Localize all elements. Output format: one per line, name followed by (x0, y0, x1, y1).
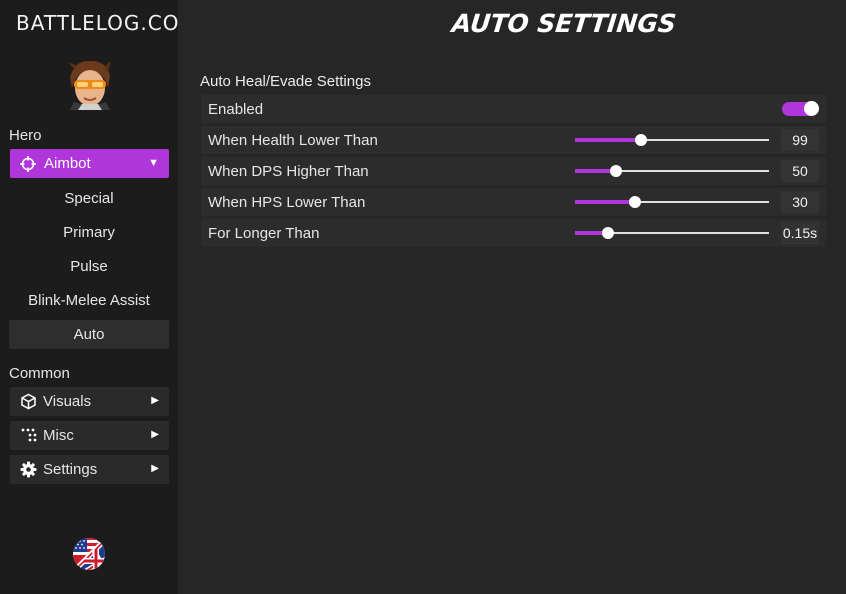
enabled-label: Enabled (208, 101, 264, 118)
slider-thumb[interactable] (609, 165, 622, 177)
enabled-toggle[interactable] (782, 101, 819, 116)
slider-value[interactable]: 99 (781, 129, 819, 151)
chevron-right-icon: ▶ (151, 395, 159, 406)
chevron-down-icon: ▼ (148, 157, 159, 169)
hero-section-label: Hero (9, 127, 42, 144)
slider-fill (575, 200, 636, 204)
slider-value[interactable]: 50 (781, 160, 819, 182)
slider-value[interactable]: 0.15s (781, 222, 819, 244)
slider-label: For Longer Than (208, 225, 320, 242)
category-settings[interactable]: Settings ▶ (10, 455, 169, 484)
category-visuals[interactable]: Visuals ▶ (10, 387, 169, 416)
category-settings-label: Settings (43, 461, 98, 478)
crosshair-icon (20, 155, 36, 172)
common-section-label: Common (9, 365, 70, 382)
sub-item-special[interactable]: Special (9, 184, 169, 213)
category-visuals-label: Visuals (43, 393, 92, 410)
slider-label: When DPS Higher Than (208, 163, 369, 180)
gear-icon (19, 461, 37, 479)
aimbot-dropdown[interactable]: Aimbot ▼ (10, 149, 169, 178)
slider-thumb[interactable] (629, 196, 642, 208)
hps-threshold-slider[interactable] (575, 196, 769, 208)
setting-row-slider: For Longer Than 0.15s (201, 219, 826, 247)
dots-grid-icon (19, 427, 37, 445)
health-threshold-slider[interactable] (575, 134, 769, 146)
setting-row-slider: When DPS Higher Than 50 (201, 157, 826, 185)
slider-thumb[interactable] (601, 227, 614, 239)
slider-label: When Health Lower Than (208, 132, 378, 149)
category-misc-label: Misc (43, 427, 74, 444)
language-flag-icon[interactable] (72, 537, 106, 571)
settings-group-title: Auto Heal/Evade Settings (200, 73, 371, 90)
category-misc[interactable]: Misc ▶ (10, 421, 169, 450)
slider-value[interactable]: 30 (781, 191, 819, 213)
page-title: AUTO SETTINGS (450, 9, 678, 38)
sidebar: BATTLELOG.CO Hero Aimbot ▼ Special Prima… (0, 0, 178, 594)
chevron-right-icon: ▶ (151, 429, 159, 440)
sub-item-auto[interactable]: Auto (9, 320, 169, 349)
sub-item-primary[interactable]: Primary (9, 218, 169, 247)
brand-logo: BATTLELOG.CO (16, 11, 180, 35)
slider-label: When HPS Lower Than (208, 194, 366, 211)
duration-slider[interactable] (575, 227, 769, 239)
setting-row-slider: When Health Lower Than 99 (201, 126, 826, 154)
cube-icon (19, 393, 37, 411)
setting-row-slider: When HPS Lower Than 30 (201, 188, 826, 216)
slider-thumb[interactable] (634, 134, 647, 146)
slider-fill (575, 138, 641, 142)
setting-row-enabled: Enabled (201, 95, 826, 123)
sub-item-blink-melee-assist[interactable]: Blink-Melee Assist (9, 286, 169, 315)
hero-avatar (64, 58, 114, 110)
dps-threshold-slider[interactable] (575, 165, 769, 177)
aimbot-label: Aimbot (44, 155, 91, 172)
chevron-right-icon: ▶ (151, 463, 159, 474)
toggle-knob (804, 101, 819, 116)
sub-item-pulse[interactable]: Pulse (9, 252, 169, 281)
